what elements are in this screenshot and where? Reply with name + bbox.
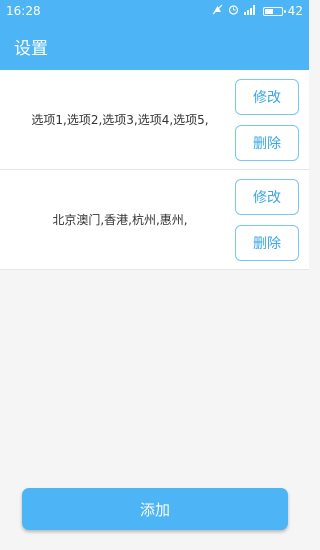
list-item: 北京澳门,香港,杭州,惠州, 修改 删除 bbox=[0, 170, 309, 270]
list-item-actions: 修改 删除 bbox=[232, 78, 302, 161]
list-item-text: 选项1,选项2,选项3,选项4,选项5, bbox=[31, 113, 209, 127]
list-item-actions: 修改 删除 bbox=[232, 178, 302, 261]
page-title: 设置 bbox=[14, 38, 48, 59]
battery-icon bbox=[262, 6, 286, 16]
signal-icon bbox=[243, 4, 258, 18]
settings-list: 选项1,选项2,选项3,选项4,选项5, 修改 删除 北京澳门,香港,杭州,惠州… bbox=[0, 70, 309, 270]
app-bar: 设置 bbox=[0, 22, 309, 70]
alarm-icon bbox=[228, 4, 239, 18]
delete-button[interactable]: 删除 bbox=[235, 124, 299, 161]
edit-button[interactable]: 修改 bbox=[235, 178, 299, 215]
list-item-text: 北京澳门,香港,杭州,惠州, bbox=[52, 213, 188, 227]
edit-button[interactable]: 修改 bbox=[235, 78, 299, 115]
add-button[interactable]: 添加 bbox=[22, 488, 288, 530]
status-icons: 42 bbox=[212, 4, 303, 18]
status-time: 16:28 bbox=[6, 4, 41, 18]
list-item: 选项1,选项2,选项3,选项4,选项5, 修改 删除 bbox=[0, 70, 309, 170]
status-bar: 16:28 42 bbox=[0, 0, 309, 22]
mute-icon bbox=[212, 4, 223, 18]
delete-button[interactable]: 删除 bbox=[235, 224, 299, 261]
battery-percent: 42 bbox=[287, 4, 303, 18]
